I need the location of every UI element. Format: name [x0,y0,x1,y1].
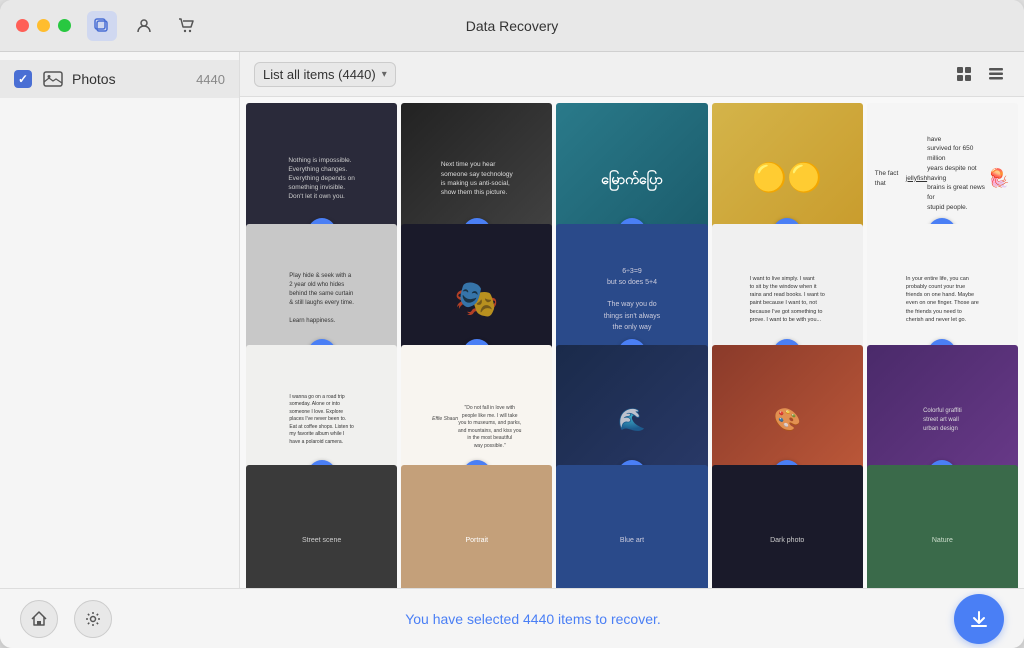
status-text-before: You have selected [405,611,523,627]
window-title: Data Recovery [466,18,559,34]
photo-cell[interactable]: Blue art [556,465,707,588]
settings-button[interactable] [74,600,112,638]
maximize-button[interactable] [58,19,71,32]
statusbar-left [20,600,112,638]
recover-button[interactable] [954,594,1004,644]
traffic-lights [16,19,71,32]
photo-grid[interactable]: Nothing is impossible.Everything changes… [240,97,1024,588]
photos-checkbox[interactable] [14,70,32,88]
view-icons [950,60,1010,88]
selected-count: 4440 [523,611,554,627]
status-text: You have selected 4440 items to recover. [112,611,954,627]
person-icon[interactable] [129,11,159,41]
filter-label: List all items (4440) [263,67,376,82]
list-view-icon[interactable] [982,60,1010,88]
titlebar: Data Recovery [0,0,1024,52]
sidebar: Photos 4440 [0,52,240,588]
dropdown-arrow: ▾ [382,69,387,80]
status-text-after: items to recover. [554,611,661,627]
statusbar: You have selected 4440 items to recover. [0,588,1024,648]
photos-icon [42,70,64,88]
photo-cell[interactable]: Street scene [246,465,397,588]
home-button[interactable] [20,600,58,638]
photo-cell[interactable]: Portrait [401,465,552,588]
right-panel: List all items (4440) ▾ [240,52,1024,588]
sidebar-item-count: 4440 [196,72,225,87]
recover-icon [968,608,990,630]
main-content: Photos 4440 List all items (4440) ▾ [0,52,1024,588]
titlebar-icons [87,11,201,41]
copy-icon[interactable] [87,11,117,41]
close-button[interactable] [16,19,29,32]
photo-cell[interactable]: Nature [867,465,1018,588]
toolbar: List all items (4440) ▾ [240,52,1024,97]
sidebar-item-label: Photos [72,71,196,87]
photo-cell[interactable]: Dark photo [712,465,863,588]
cart-icon[interactable] [171,11,201,41]
minimize-button[interactable] [37,19,50,32]
filter-dropdown[interactable]: List all items (4440) ▾ [254,62,396,87]
app-window: Data Recovery Photos 4440 [0,0,1024,648]
grid-view-icon[interactable] [950,60,978,88]
sidebar-item-photos[interactable]: Photos 4440 [0,60,239,98]
